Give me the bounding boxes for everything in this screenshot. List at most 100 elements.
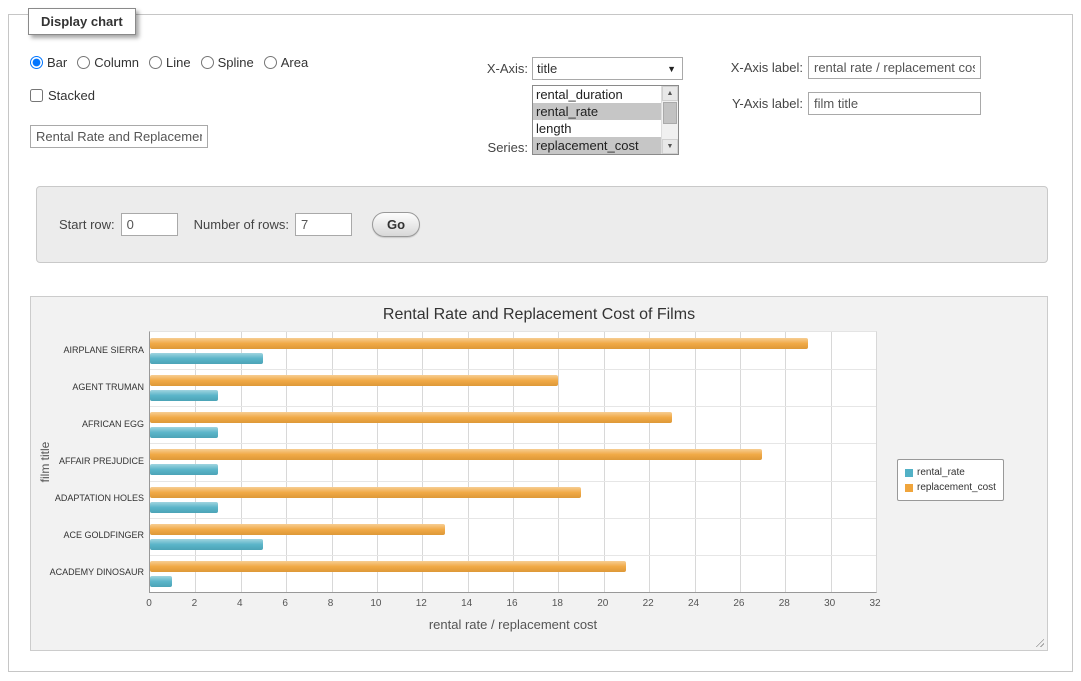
bar-rental_rate <box>150 539 263 550</box>
x-tick-label: 2 <box>182 598 206 609</box>
bar-replacement_cost <box>150 524 445 535</box>
bar-replacement_cost <box>150 375 558 386</box>
scrollbar-thumb[interactable] <box>663 102 677 124</box>
chart-type-area-radio[interactable] <box>264 56 277 69</box>
chart-type-line-radio[interactable] <box>149 56 162 69</box>
category-label: AGENT TRUMAN <box>72 381 144 393</box>
listbox-scrollbar[interactable]: ▲ ▼ <box>661 86 678 154</box>
x-axis-label-field-label: X-Axis label: <box>695 60 803 75</box>
series-option-rental-rate[interactable]: rental_rate <box>533 103 661 120</box>
start-row-label: Start row: <box>59 217 115 232</box>
x-gridline <box>604 332 605 592</box>
bar-rental_rate <box>150 353 263 364</box>
scroll-up-icon[interactable]: ▲ <box>662 86 678 101</box>
chart-type-area-label: Area <box>281 55 308 70</box>
x-tick-label: 0 <box>137 598 161 609</box>
fieldset-legend: Display chart <box>28 8 136 35</box>
num-rows-input[interactable] <box>295 213 352 236</box>
x-tick-label: 20 <box>591 598 615 609</box>
x-axis-select[interactable]: title ▼ <box>532 57 683 80</box>
series-option-length[interactable]: length <box>533 120 661 137</box>
chart-container: Rental Rate and Replacement Cost of Film… <box>30 296 1048 651</box>
category-label: AIRPLANE SIERRA <box>63 344 144 356</box>
chart-legend: rental_rate replacement_cost <box>897 459 1004 501</box>
select-dropdown-arrow-icon: ▼ <box>667 64 678 74</box>
chart-type-radio-group: Bar Column Line Spline Area <box>30 55 308 70</box>
scroll-down-icon[interactable]: ▼ <box>662 139 678 154</box>
chart-type-line[interactable]: Line <box>149 55 191 70</box>
series-option-replacement-cost[interactable]: replacement_cost <box>533 137 661 154</box>
bar-replacement_cost <box>150 561 626 572</box>
x-tick-label: 8 <box>319 598 343 609</box>
bar-replacement_cost <box>150 412 672 423</box>
x-gridline <box>513 332 514 592</box>
x-axis-label-input[interactable] <box>808 56 981 79</box>
chart-type-area[interactable]: Area <box>264 55 308 70</box>
x-tick-label: 28 <box>772 598 796 609</box>
y-gridline <box>150 518 876 519</box>
chart-type-bar-radio[interactable] <box>30 56 43 69</box>
x-tick-label: 6 <box>273 598 297 609</box>
stacked-label: Stacked <box>48 88 95 103</box>
x-tick-label: 22 <box>636 598 660 609</box>
x-tick-label: 26 <box>727 598 751 609</box>
x-tick-label: 18 <box>545 598 569 609</box>
category-label: AFRICAN EGG <box>82 418 144 430</box>
x-gridline <box>785 332 786 592</box>
x-gridline <box>468 332 469 592</box>
plot-area <box>149 331 877 593</box>
bar-replacement_cost <box>150 449 762 460</box>
y-gridline <box>150 369 876 370</box>
legend-swatch-icon <box>905 469 913 477</box>
chart-type-spline-radio[interactable] <box>201 56 214 69</box>
num-rows-label: Number of rows: <box>194 217 289 232</box>
y-gridline <box>150 406 876 407</box>
series-option-rental-duration[interactable]: rental_duration <box>533 86 661 103</box>
category-labels: AIRPLANE SIERRA AGENT TRUMAN AFRICAN EGG AF… <box>31 331 144 593</box>
x-tick-label: 12 <box>409 598 433 609</box>
chart-type-column[interactable]: Column <box>77 55 139 70</box>
chart-type-column-label: Column <box>94 55 139 70</box>
x-tick-label: 14 <box>455 598 479 609</box>
chart-type-bar[interactable]: Bar <box>30 55 67 70</box>
x-gridline <box>195 332 196 592</box>
x-axis-title: rental rate / replacement cost <box>149 617 877 632</box>
legend-item[interactable]: rental_rate <box>905 465 996 480</box>
category-label: ADAPTATION HOLES <box>55 492 144 504</box>
bar-rental_rate <box>150 390 218 401</box>
stacked-checkbox[interactable] <box>30 89 43 102</box>
y-axis-label-input[interactable] <box>808 92 981 115</box>
go-button[interactable]: Go <box>372 212 420 237</box>
x-tick-labels: 02468101214161820222426283032 <box>149 598 877 610</box>
y-gridline <box>150 555 876 556</box>
legend-item[interactable]: replacement_cost <box>905 480 996 495</box>
y-gridline <box>150 443 876 444</box>
x-gridline <box>422 332 423 592</box>
bar-rental_rate <box>150 576 172 587</box>
x-gridline <box>332 332 333 592</box>
x-gridline <box>695 332 696 592</box>
x-gridline <box>558 332 559 592</box>
category-label: ACADEMY DINOSAUR <box>50 566 144 578</box>
stacked-checkbox-row[interactable]: Stacked <box>30 88 95 103</box>
category-label: AFFAIR PREJUDICE <box>59 455 144 467</box>
chart-type-line-label: Line <box>166 55 191 70</box>
x-gridline <box>241 332 242 592</box>
chart-type-column-radio[interactable] <box>77 56 90 69</box>
series-listbox[interactable]: rental_duration rental_rate length repla… <box>532 85 679 155</box>
bar-replacement_cost <box>150 487 581 498</box>
start-row-input[interactable] <box>121 213 178 236</box>
x-gridline <box>377 332 378 592</box>
legend-label: replacement_cost <box>917 482 996 493</box>
x-axis-select-label: X-Axis: <box>440 61 528 76</box>
chart-type-spline-label: Spline <box>218 55 254 70</box>
resize-handle-icon[interactable] <box>1033 636 1044 647</box>
page: Display chart Bar Column Line Spline Are… <box>0 0 1081 681</box>
y-axis-label-field-label: Y-Axis label: <box>695 96 803 111</box>
bar-rental_rate <box>150 502 218 513</box>
x-gridline <box>831 332 832 592</box>
legend-label: rental_rate <box>917 467 965 478</box>
chart-title-input[interactable] <box>30 125 208 148</box>
bar-rental_rate <box>150 464 218 475</box>
chart-type-spline[interactable]: Spline <box>201 55 254 70</box>
